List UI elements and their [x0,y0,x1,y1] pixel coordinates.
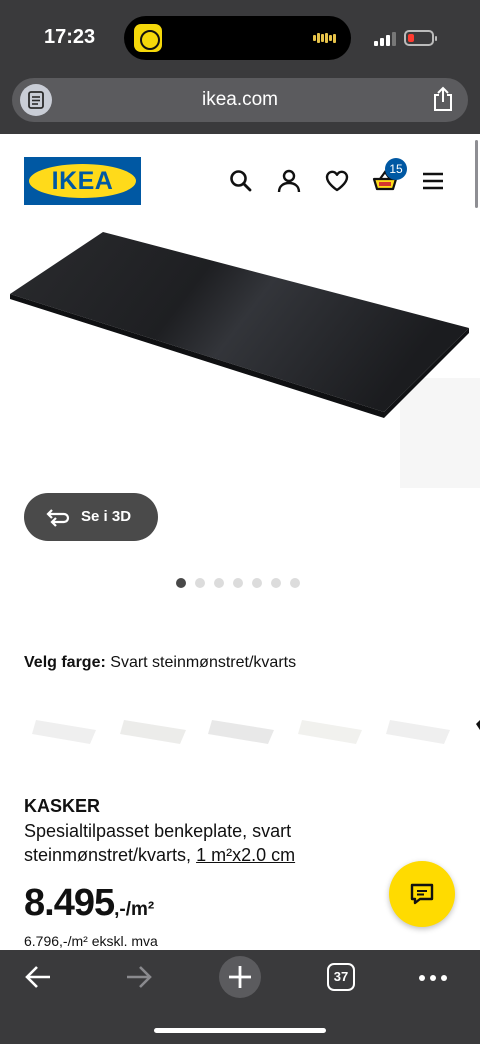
back-icon[interactable] [24,964,52,990]
product-size-link[interactable]: 1 m²x2.0 cm [196,845,295,865]
product-name: KASKER [24,796,101,816]
audio-wave-icon [313,33,339,43]
browser-toolbar: 37 [0,950,480,1044]
logo-text: IKEA [51,167,114,195]
carousel-dot[interactable] [176,578,186,588]
tabs-button[interactable]: 37 [327,963,355,991]
share-icon[interactable] [432,86,454,112]
color-swatch[interactable] [120,720,186,744]
color-swatch[interactable] [32,720,96,744]
color-swatches [32,720,480,744]
home-indicator [154,1028,326,1033]
plus-icon [229,966,251,988]
ikea-logo[interactable]: IKEA [24,157,141,205]
view-3d-button[interactable]: Se i 3D [24,493,158,541]
color-selector-label: Velg farge: Svart steinmønstret/kvarts [24,654,296,672]
color-swatch[interactable] [208,720,274,744]
product-description: Spesialtilpasset benkeplate, svart stein… [24,819,374,867]
price-main: 8.495 [24,882,115,924]
site-header: IKEA [0,134,480,230]
product-image[interactable] [0,228,480,488]
search-icon[interactable] [228,168,254,194]
price-ex-vat: 6.796,-/m² ekskl. mva [24,933,158,949]
chat-button[interactable] [389,861,455,927]
dynamic-island [124,16,351,60]
color-value: Svart steinmønstret/kvarts [110,654,297,671]
forward-icon[interactable] [125,964,153,990]
view-3d-label: Se i 3D [81,508,132,525]
menu-icon[interactable] [420,168,446,194]
url-text[interactable]: ikea.com [12,89,468,111]
address-bar[interactable]: ikea.com [12,78,468,122]
carousel-dot[interactable] [195,578,205,588]
chat-icon [410,883,434,905]
product-price: 8.495,-/m² [24,882,154,925]
heart-icon[interactable] [324,168,350,194]
color-label: Velg farge: [24,654,106,671]
carousel-dot[interactable] [290,578,300,588]
cellular-signal-icon [374,30,398,46]
carousel-dot[interactable] [271,578,281,588]
page-scrollbar[interactable] [475,140,478,208]
new-tab-button[interactable] [219,956,261,998]
carousel-dot[interactable] [252,578,262,588]
price-unit: ,-/m² [114,899,155,920]
cart-count-badge: 15 [385,158,407,180]
user-icon[interactable] [276,168,302,194]
browser-top-chrome: 17:23 ikea.com [0,0,480,134]
more-icon[interactable] [418,974,448,982]
live-activity-app-icon [134,24,162,52]
rotate-3d-icon [46,509,70,527]
battery-icon [404,30,437,46]
carousel-dot[interactable] [233,578,243,588]
color-swatch[interactable] [298,720,362,744]
carousel-dot[interactable] [214,578,224,588]
status-time: 17:23 [44,26,96,48]
color-swatch[interactable] [386,720,450,744]
